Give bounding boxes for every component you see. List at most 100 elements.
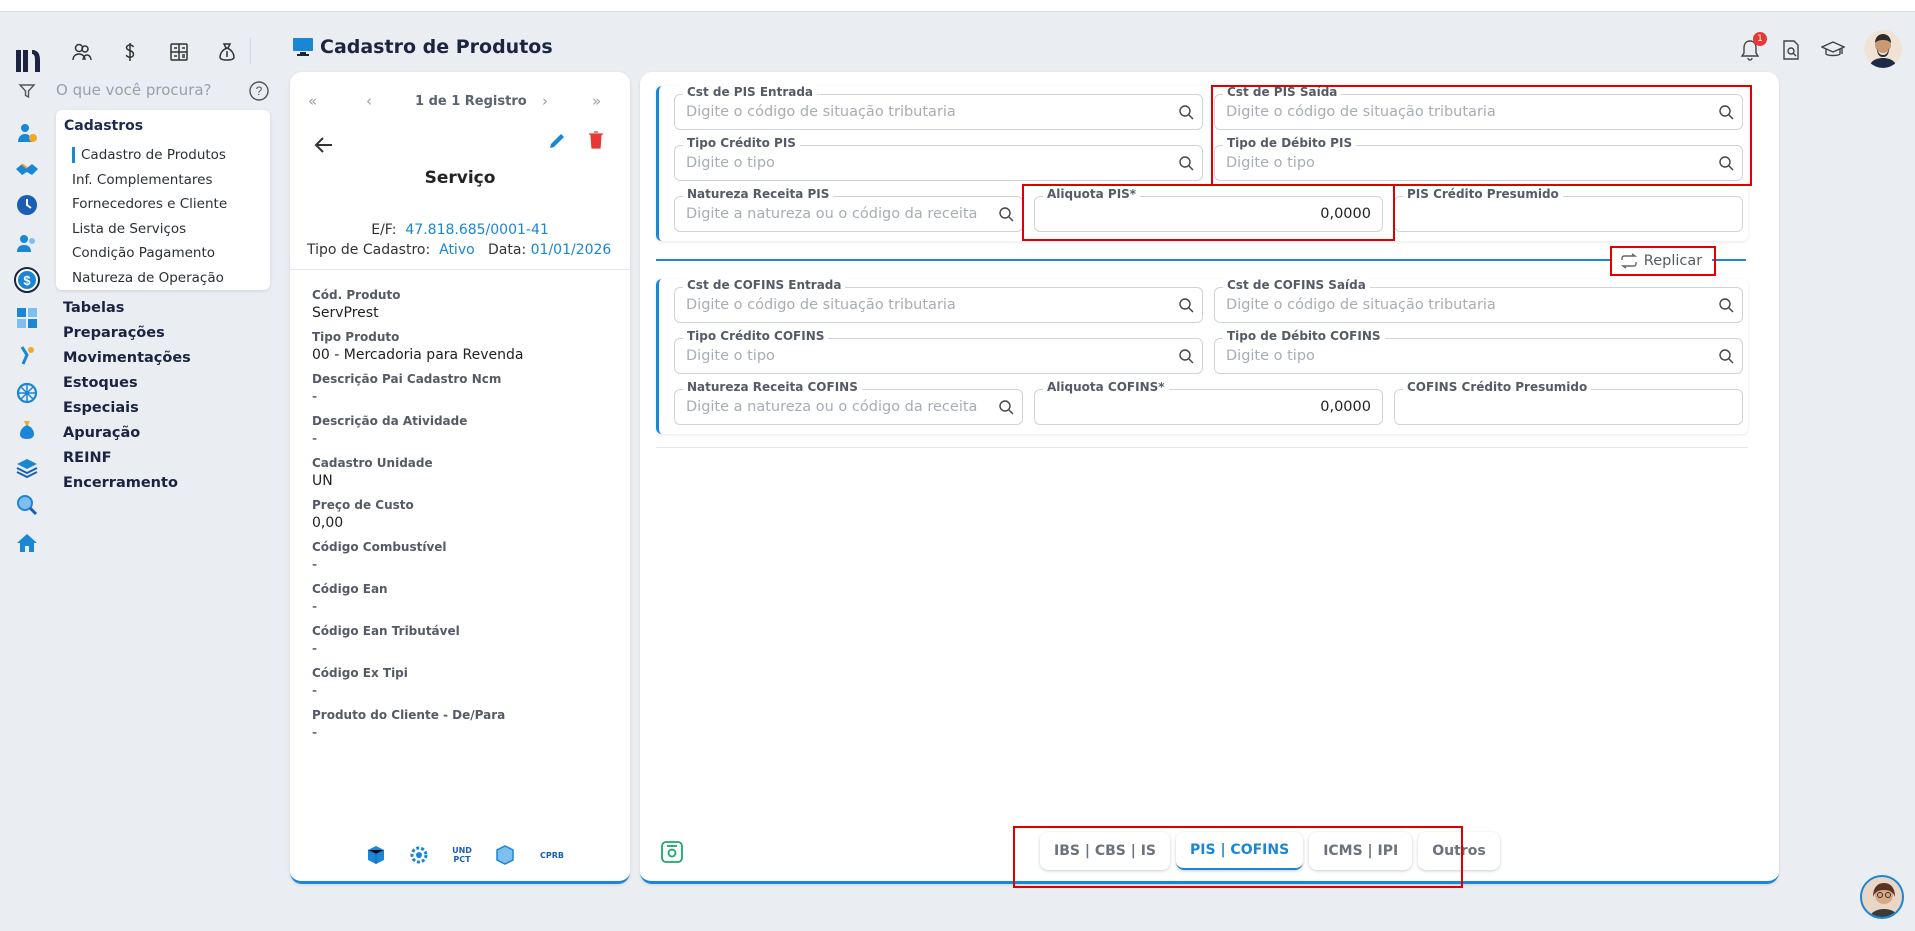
assistant-avatar[interactable] <box>1860 875 1904 919</box>
product-name: Serviço <box>424 168 496 188</box>
save-icon[interactable] <box>660 840 684 864</box>
users-icon[interactable] <box>68 38 96 66</box>
home-icon[interactable] <box>14 530 40 556</box>
menu-group-estoques[interactable]: Estoques <box>63 375 138 391</box>
field-placeholder[interactable]: Digite a natureza ou o código da receita <box>686 206 977 222</box>
search-icon[interactable] <box>1178 104 1194 120</box>
field-placeholder[interactable]: Digite o código de situação tributaria <box>686 104 956 120</box>
document-search-icon[interactable] <box>1777 36 1805 64</box>
replicar-button[interactable]: Replicar <box>1610 247 1712 275</box>
menu-group-encerramento[interactable]: Encerramento <box>63 475 178 491</box>
submenu-item-condicao-pagamento[interactable]: Condição Pagamento <box>72 245 215 261</box>
last-page-icon[interactable]: » <box>592 92 601 110</box>
cst-pis-saida-field[interactable]: Cst de PIS Saída Digite o código de situ… <box>1214 85 1743 130</box>
chef-icon[interactable] <box>14 342 40 368</box>
search-placeholder[interactable]: O que você procura? <box>56 81 212 99</box>
aliquota-cofins-field[interactable]: Aliquota COFINS* 0,0000 <box>1034 380 1383 425</box>
cst-cofins-saida-field[interactable]: Cst de COFINS Saída Digite o código de s… <box>1214 278 1743 323</box>
field-placeholder[interactable]: Digite o tipo <box>1226 348 1315 364</box>
prev-page-icon[interactable]: ‹ <box>366 92 372 110</box>
submenu-item-fornecedores[interactable]: Fornecedores e Cliente <box>72 196 227 212</box>
field-placeholder[interactable]: Digite o tipo <box>686 155 775 171</box>
tab-outros[interactable]: Outros <box>1418 832 1500 870</box>
field-label: Aliquota COFINS* <box>1043 380 1169 394</box>
menu-group-especiais[interactable]: Especiais <box>63 400 139 416</box>
field-placeholder[interactable]: Digite o tipo <box>1226 155 1315 171</box>
table-calc-icon[interactable] <box>14 305 40 331</box>
cst-cofins-entrada-field[interactable]: Cst de COFINS Entrada Digite o código de… <box>674 278 1203 323</box>
field-placeholder[interactable]: Digite o código de situação tributaria <box>1226 104 1496 120</box>
search-icon[interactable] <box>1718 104 1734 120</box>
menu-group-movimentacoes[interactable]: Movimentações <box>63 350 191 366</box>
submenu-item-natureza-operacao[interactable]: Natureza de Operação <box>72 270 224 286</box>
back-arrow-icon[interactable] <box>314 136 334 154</box>
search-icon[interactable] <box>1718 348 1734 364</box>
tipo-credito-cofins-field[interactable]: Tipo Crédito COFINS Digite o tipo <box>674 329 1203 374</box>
settings-gear-icon[interactable] <box>408 844 430 866</box>
box-icon[interactable] <box>365 844 387 866</box>
tab-icms-ipi[interactable]: ICMS | IPI <box>1309 832 1413 870</box>
clock-icon[interactable] <box>14 192 40 218</box>
menu-group-preparacoes[interactable]: Preparações <box>63 325 165 341</box>
filter-icon[interactable] <box>18 82 36 100</box>
user-add-icon[interactable] <box>14 120 40 146</box>
submenu-item-lista-servicos[interactable]: Lista de Serviços <box>72 221 186 237</box>
search-icon[interactable] <box>998 206 1014 222</box>
graduation-cap-icon[interactable] <box>1819 36 1847 64</box>
und-pct-icon[interactable]: UND PCT <box>451 844 473 866</box>
layers-icon[interactable] <box>14 455 40 481</box>
next-page-icon[interactable]: › <box>542 92 548 110</box>
field-value[interactable]: 0,0000 <box>1320 399 1371 415</box>
menu-group-tabelas[interactable]: Tabelas <box>63 300 124 316</box>
menu-group-apuracao[interactable]: Apuração <box>63 425 140 441</box>
aliquota-pis-field[interactable]: Aliquota PIS* 0,0000 <box>1034 187 1383 232</box>
tipo-credito-pis-field[interactable]: Tipo Crédito PIS Digite o tipo <box>674 136 1203 181</box>
natureza-receita-pis-field[interactable]: Natureza Receita PIS Digite a natureza o… <box>674 187 1023 232</box>
field-placeholder[interactable]: Digite o código de situação tributaria <box>1226 297 1496 313</box>
search-icon[interactable] <box>998 399 1014 415</box>
handshake-icon[interactable] <box>14 158 40 184</box>
search-icon[interactable] <box>1178 297 1194 313</box>
tab-pis-cofins[interactable]: PIS | COFINS <box>1176 832 1304 870</box>
field-label: Produto do Cliente - De/Para <box>312 708 506 722</box>
field-placeholder[interactable]: Digite a natureza ou o código da receita <box>686 399 977 415</box>
cofins-credito-presumido-field[interactable]: COFINS Crédito Presumido <box>1394 380 1743 425</box>
cprb-icon[interactable]: CPRB <box>537 844 567 866</box>
tipo-debito-pis-field[interactable]: Tipo de Débito PIS Digite o tipo <box>1214 136 1743 181</box>
edit-icon[interactable] <box>548 132 566 150</box>
search-rail-icon[interactable] <box>14 492 40 518</box>
money-bag-icon[interactable] <box>213 38 241 66</box>
field-placeholder[interactable]: Digite o código de situação tributaria <box>686 297 956 313</box>
search-icon[interactable] <box>1718 155 1734 171</box>
field-value[interactable]: 0,0000 <box>1320 206 1371 222</box>
submenu-item-cadastro-produtos[interactable]: Cadastro de Produtos <box>72 147 226 163</box>
cst-pis-entrada-field[interactable]: Cst de PIS Entrada Digite o código de si… <box>674 85 1203 130</box>
network-icon[interactable] <box>14 380 40 406</box>
pis-credito-presumido-field[interactable]: PIS Crédito Presumido <box>1394 187 1743 232</box>
first-page-icon[interactable]: « <box>308 92 317 110</box>
tab-ibs-cbs-is[interactable]: IBS | CBS | IS <box>1040 832 1171 870</box>
search-icon[interactable] <box>1178 348 1194 364</box>
help-icon[interactable]: ? <box>248 80 270 102</box>
search-icon[interactable] <box>1178 155 1194 171</box>
dollar-icon[interactable] <box>116 38 144 66</box>
menu-group-reinf[interactable]: REINF <box>63 450 112 466</box>
search-bar[interactable]: O que você procura? ? <box>14 78 274 104</box>
user-avatar[interactable] <box>1864 30 1902 68</box>
field-value: - <box>312 683 318 699</box>
calculator-icon[interactable] <box>165 38 193 66</box>
package-icon[interactable] <box>494 844 516 866</box>
field-label: Cód. Produto <box>312 288 401 302</box>
money-bag-rail-icon[interactable] <box>14 417 40 443</box>
people-icon[interactable] <box>14 230 40 256</box>
field-placeholder[interactable]: Digite o tipo <box>686 348 775 364</box>
submenu-item-inf-complementares[interactable]: Inf. Complementares <box>72 172 213 188</box>
natureza-receita-cofins-field[interactable]: Natureza Receita COFINS Digite a naturez… <box>674 380 1023 425</box>
bell-icon[interactable]: 1 <box>1736 32 1767 64</box>
finance-icon[interactable]: $ <box>14 267 40 293</box>
delete-icon[interactable] <box>588 131 604 149</box>
card-divider <box>290 269 630 270</box>
search-icon[interactable] <box>1718 297 1734 313</box>
tipo-debito-cofins-field[interactable]: Tipo de Débito COFINS Digite o tipo <box>1214 329 1743 374</box>
field-label: Cst de PIS Saída <box>1223 85 1342 99</box>
